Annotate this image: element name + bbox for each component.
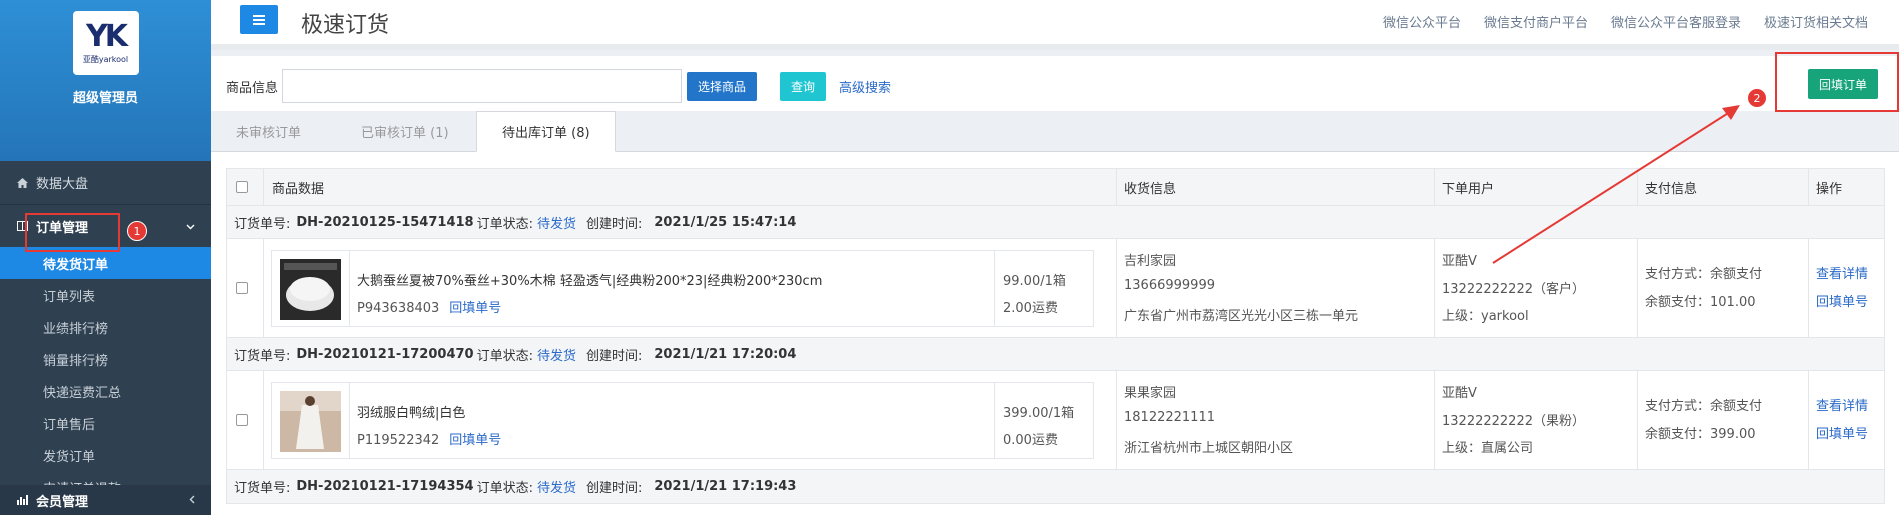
annotation-arrow <box>1492 105 1740 264</box>
